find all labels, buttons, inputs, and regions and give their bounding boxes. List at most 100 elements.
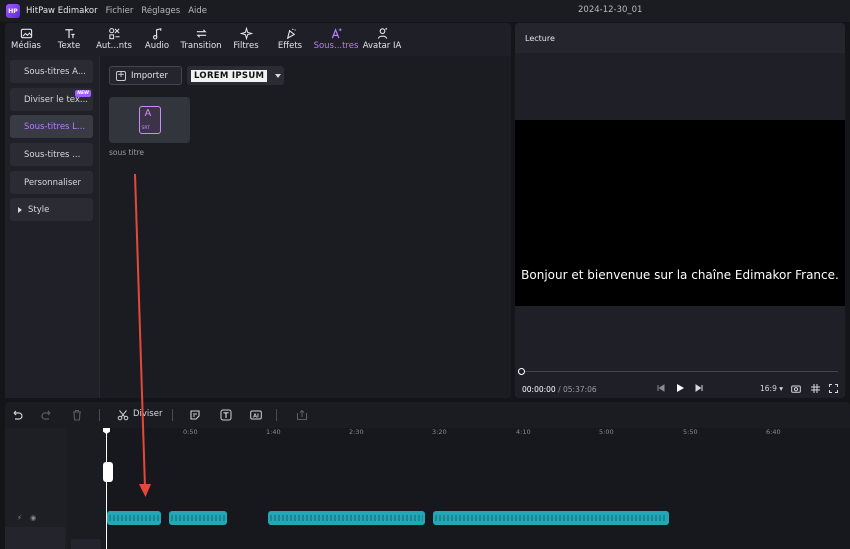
- filter-icon: [239, 26, 253, 40]
- tab-filtres-label: Filtres: [233, 40, 259, 51]
- sidebar-item-personnaliser[interactable]: Personnaliser: [10, 171, 93, 194]
- fullscreen-icon[interactable]: [829, 384, 838, 393]
- tab-effets[interactable]: Effets: [267, 23, 313, 54]
- grid-icon[interactable]: [811, 384, 820, 393]
- panel-divider: [99, 56, 100, 398]
- sidebar-item-label: Sous-titres A...: [24, 66, 86, 77]
- subtitle-icon: [331, 27, 342, 38]
- sidebar-item-label: Sous-titres ...: [24, 149, 81, 160]
- preview-panel: Lecture Bonjour et bienvenue sur la chaî…: [515, 23, 845, 398]
- snapshot-icon[interactable]: [791, 384, 801, 393]
- title-bar: HP HitPaw Edimakor Fichier Réglages Aide…: [0, 0, 850, 22]
- redo-icon[interactable]: [41, 409, 53, 421]
- media-icon: [20, 28, 32, 38]
- audio-wave-icon[interactable]: ⚡: [17, 514, 22, 522]
- sidebar-item-local-subtitles[interactable]: Sous-titres L...: [10, 115, 93, 138]
- tab-auto-label: Aut...nts: [96, 40, 132, 51]
- sidebar-item-auto-subtitles[interactable]: Sous-titres A...: [10, 60, 93, 83]
- menu-reglages[interactable]: Réglages: [141, 6, 180, 16]
- toolbar-separator: [276, 409, 277, 421]
- srt-file-icon: A SRT: [138, 106, 161, 134]
- tab-audio-label: Audio: [144, 40, 170, 51]
- subtitle-clip[interactable]: [433, 511, 669, 525]
- tab-texte-label: Texte: [57, 40, 81, 51]
- ai-icon[interactable]: AI: [250, 409, 262, 421]
- next-frame-icon[interactable]: [695, 384, 703, 392]
- sidebar-item-split-text[interactable]: Diviser le tex... NEW: [10, 88, 93, 111]
- svg-text:AI: AI: [253, 413, 259, 419]
- sidebar-item-label: Sous-titres L...: [24, 121, 86, 132]
- tab-medias[interactable]: Médias: [5, 23, 47, 54]
- sidebar-item-subtitles-other[interactable]: Sous-titres ...: [10, 143, 93, 166]
- time-readout: 00:00:00 / 05:37:06: [522, 385, 597, 394]
- subtitle-clip[interactable]: [169, 511, 227, 525]
- sidebar-item-style[interactable]: Style: [10, 198, 93, 221]
- subtitle-clip[interactable]: [107, 511, 161, 525]
- track-header-footer: [5, 527, 65, 549]
- tab-transition[interactable]: Transition: [177, 23, 225, 54]
- export-clip-icon[interactable]: [296, 409, 308, 421]
- prev-frame-icon[interactable]: [657, 384, 665, 392]
- tab-auto[interactable]: Aut...nts: [91, 23, 137, 54]
- menu-aide[interactable]: Aide: [188, 6, 207, 16]
- expand-triangle-icon: [18, 206, 22, 213]
- eye-icon[interactable]: ◉: [30, 514, 36, 522]
- split-button-label[interactable]: Diviser: [133, 409, 162, 419]
- seek-bar[interactable]: [522, 371, 838, 372]
- clip-text-pattern: [435, 515, 667, 521]
- ruler-tick: 0:50: [183, 428, 198, 436]
- subtitle-panel: Sous-titres A... Diviser le tex... NEW S…: [5, 56, 511, 398]
- tab-avatar-ia-label: Avatar IA: [362, 40, 402, 51]
- import-label: Importer: [131, 70, 168, 81]
- video-canvas[interactable]: Bonjour et bienvenue sur la chaîne Edima…: [515, 120, 845, 306]
- text-box-icon[interactable]: [220, 409, 232, 421]
- tab-effets-label: Effets: [277, 40, 303, 51]
- ruler-tick: 5:50: [683, 428, 698, 436]
- tab-sous-titres[interactable]: Sous...tres: [313, 23, 359, 54]
- tab-avatar-ia[interactable]: Avatar IA: [359, 23, 405, 54]
- aspect-ratio-value: 16:9: [760, 384, 777, 393]
- srt-file-card[interactable]: A SRT: [109, 97, 190, 143]
- tab-medias-label: Médias: [11, 40, 41, 51]
- delete-icon[interactable]: [71, 409, 83, 421]
- clip-text-pattern: [171, 515, 225, 521]
- aspect-ratio-select[interactable]: 16:9 ▾: [760, 384, 783, 393]
- scissors-icon[interactable]: [117, 409, 129, 421]
- app-logo-icon: HP: [6, 4, 20, 18]
- transition-icon: [195, 28, 207, 38]
- subtitle-clip[interactable]: [268, 511, 425, 525]
- total-duration: 05:37:06: [563, 385, 597, 394]
- style-preview: LOREM IPSUM: [191, 69, 268, 82]
- menu-fichier[interactable]: Fichier: [106, 6, 134, 16]
- tab-filtres[interactable]: Filtres: [225, 23, 267, 54]
- ruler-tick: 2:30: [349, 428, 364, 436]
- text-icon: [64, 28, 75, 38]
- srt-type-label: SRT: [141, 126, 150, 131]
- playhead[interactable]: [106, 430, 107, 549]
- app-name: HitPaw Edimakor: [26, 6, 98, 16]
- new-badge: NEW: [75, 90, 91, 97]
- timeline-toolbar: AI: [5, 402, 850, 428]
- chevron-down-icon: [275, 73, 282, 78]
- timeline-ruler[interactable]: 0:50 1:40 2:30 3:20 4:10 5:00 5:50 6:40: [106, 428, 850, 440]
- import-button[interactable]: + Importer: [109, 66, 182, 85]
- clip-text-pattern: [270, 515, 423, 521]
- preview-header: Lecture: [515, 23, 845, 53]
- seek-handle[interactable]: [518, 368, 525, 375]
- tab-audio[interactable]: Audio: [137, 23, 177, 54]
- tab-sous-titres-label: Sous...tres: [313, 40, 359, 51]
- undo-icon[interactable]: [11, 409, 23, 421]
- playhead-scissors-handle[interactable]: [103, 462, 113, 482]
- track-gutter: [67, 428, 105, 549]
- asset-panel: Médias Texte Aut...nts Audio Transition …: [5, 23, 511, 398]
- main-toolbar: Médias Texte Aut...nts Audio Transition …: [5, 23, 511, 54]
- toolbar-separator: [99, 409, 100, 421]
- subtitle-style-dropdown[interactable]: LOREM IPSUM: [187, 66, 284, 85]
- srt-file-name: sous titre: [109, 148, 145, 157]
- clip-text-pattern: [109, 515, 159, 521]
- tab-texte[interactable]: Texte: [47, 23, 91, 54]
- sidebar-item-label: Style: [28, 204, 50, 215]
- play-icon[interactable]: [675, 383, 685, 393]
- sticker-icon[interactable]: [189, 409, 201, 421]
- track-scroll-tab[interactable]: [71, 539, 101, 549]
